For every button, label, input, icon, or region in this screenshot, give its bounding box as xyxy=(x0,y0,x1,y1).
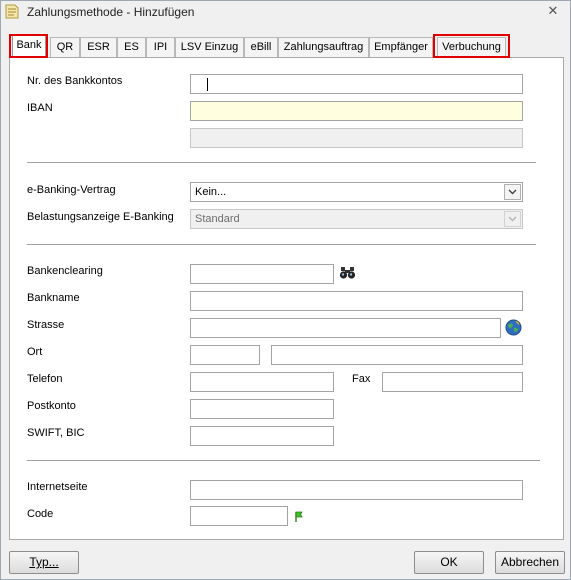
text-caret xyxy=(207,78,208,91)
cancel-button[interactable]: Abbrechen xyxy=(495,551,565,574)
ebanking-contract-select[interactable]: Kein... xyxy=(190,182,523,202)
tab-esr[interactable]: ESR xyxy=(80,37,117,57)
dialog-window: Zahlungsmethode - Hinzufügen ✕ Bank QR E… xyxy=(0,0,571,580)
separator xyxy=(27,244,536,245)
window-title: Zahlungsmethode - Hinzufügen xyxy=(27,5,195,19)
phone-input[interactable] xyxy=(190,372,334,392)
tab-zahlungsauftrag[interactable]: Zahlungsauftrag xyxy=(278,37,369,57)
debit-notice-select: Standard xyxy=(190,209,523,229)
app-document-icon xyxy=(5,4,19,19)
swift-bic-input[interactable] xyxy=(190,426,334,446)
type-button-label: Typ... xyxy=(29,555,59,569)
label-ebanking-contract: e-Banking-Vertrag xyxy=(27,184,116,196)
label-fax: Fax xyxy=(352,373,371,385)
tab-ipi[interactable]: IPI xyxy=(146,37,175,57)
title-bar: Zahlungsmethode - Hinzufügen ✕ xyxy=(1,1,570,23)
tab-ebill[interactable]: eBill xyxy=(244,37,278,57)
separator xyxy=(27,162,536,163)
label-debit-notice: Belastungsanzeige E-Banking xyxy=(27,211,174,223)
label-phone: Telefon xyxy=(27,373,63,385)
postal-account-input[interactable] xyxy=(190,399,334,419)
zip-input[interactable] xyxy=(190,345,260,365)
tab-lsv-einzug[interactable]: LSV Einzug xyxy=(175,37,244,57)
bank-clearing-input[interactable] xyxy=(190,264,334,284)
ebanking-contract-value: Kein... xyxy=(195,186,227,198)
label-bank-name: Bankname xyxy=(27,292,80,304)
type-button[interactable]: Typ... xyxy=(9,551,79,574)
street-input[interactable] xyxy=(190,318,501,338)
label-postal-account: Postkonto xyxy=(27,400,76,412)
label-street: Strasse xyxy=(27,319,65,331)
tab-verbuchung[interactable]: Verbuchung xyxy=(437,37,506,57)
tab-empfaenger[interactable]: Empfänger xyxy=(369,37,433,57)
label-iban: IBAN xyxy=(27,102,53,114)
label-account-number: Nr. des Bankkontos xyxy=(27,75,123,87)
iban-input[interactable] xyxy=(190,101,523,121)
fax-input[interactable] xyxy=(382,372,523,392)
label-swift-bic: SWIFT, BIC xyxy=(27,427,85,439)
tab-qr[interactable]: QR xyxy=(50,37,80,57)
close-icon[interactable]: ✕ xyxy=(546,4,560,18)
account-number-input[interactable] xyxy=(190,74,523,94)
globe-icon[interactable] xyxy=(505,319,522,336)
debit-notice-value: Standard xyxy=(195,213,240,225)
binoculars-icon[interactable] xyxy=(339,266,357,280)
city-input[interactable] xyxy=(271,345,523,365)
flag-icon[interactable] xyxy=(294,511,304,523)
chevron-down-icon xyxy=(504,211,521,227)
label-city: Ort xyxy=(27,346,43,358)
tab-bank[interactable]: Bank xyxy=(12,35,46,58)
tab-bar: Bank QR ESR ES IPI LSV Einzug eBill Zahl… xyxy=(9,35,565,58)
ok-button[interactable]: OK xyxy=(414,551,484,574)
bank-name-input[interactable] xyxy=(190,291,523,311)
label-code: Code xyxy=(27,508,54,520)
label-website: Internetseite xyxy=(27,481,88,493)
website-input[interactable] xyxy=(190,480,523,500)
separator xyxy=(27,460,540,461)
tab-es[interactable]: ES xyxy=(117,37,146,57)
label-bank-clearing: Bankenclearing xyxy=(27,265,103,277)
bank-tab-panel: Nr. des Bankkontos IBAN e-Banking-Vertra… xyxy=(9,57,564,540)
chevron-down-icon[interactable] xyxy=(504,184,521,200)
code-input[interactable] xyxy=(190,506,288,526)
iban-formatted-display xyxy=(190,128,523,148)
